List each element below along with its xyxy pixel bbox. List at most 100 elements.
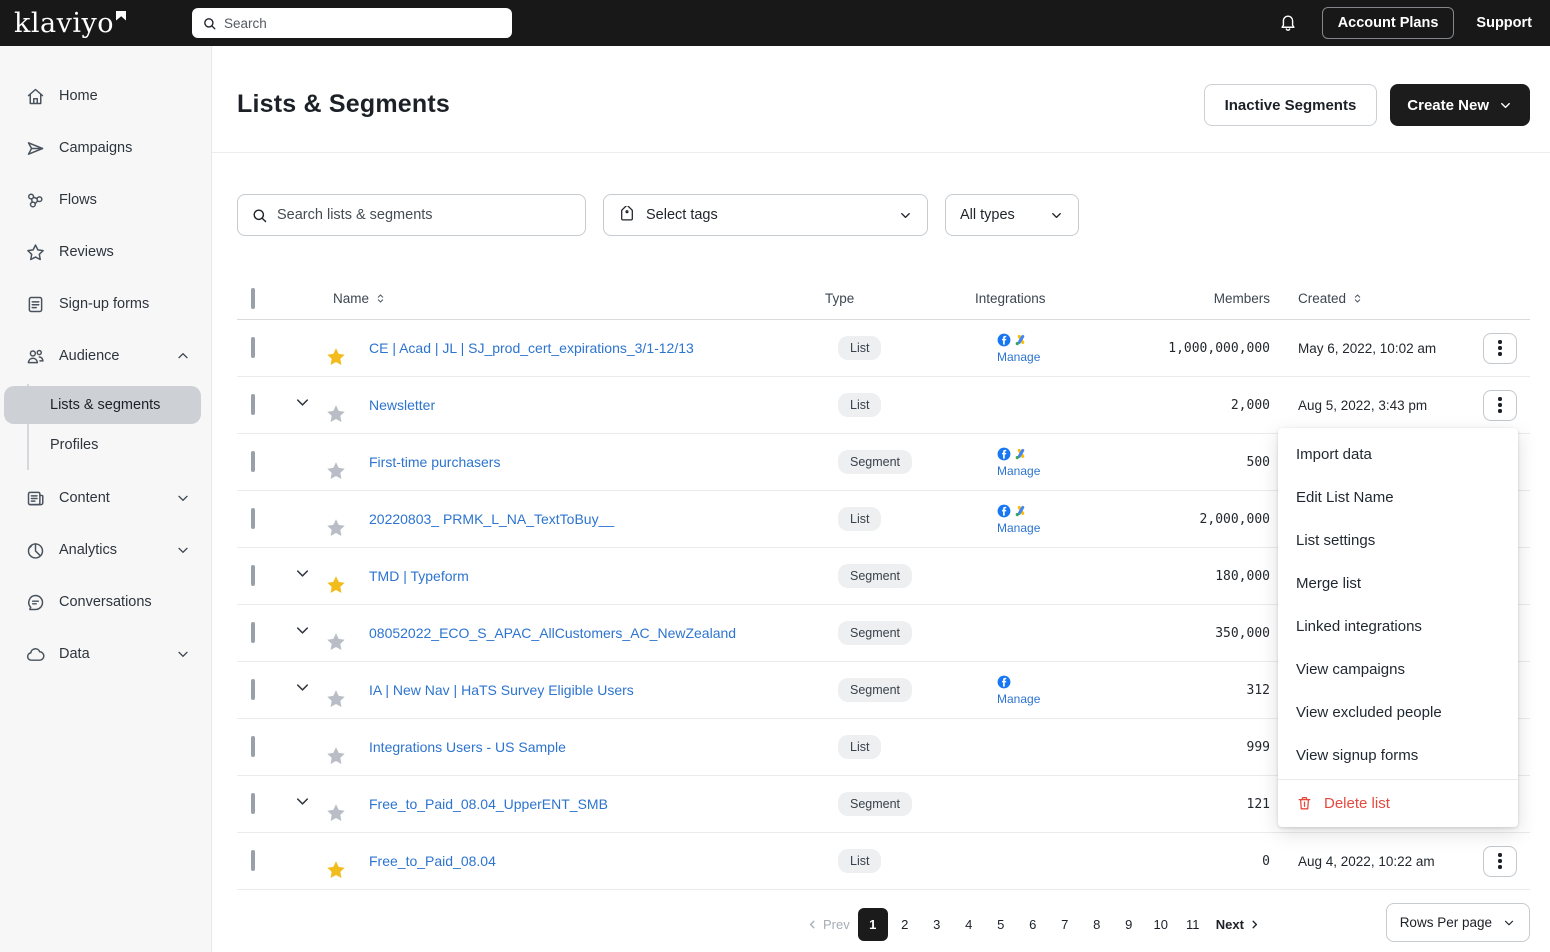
favorite-star-icon[interactable]	[325, 574, 362, 596]
manage-integrations-link[interactable]: Manage	[997, 350, 1040, 364]
manage-integrations-link[interactable]: Manage	[997, 692, 1040, 706]
context-menu-item-view-excluded-people[interactable]: View excluded people	[1278, 691, 1518, 734]
prev-page-button[interactable]: Prev	[800, 917, 856, 932]
sidebar-item-campaigns[interactable]: Campaigns	[0, 122, 211, 174]
sidebar-item-home[interactable]: Home	[0, 70, 211, 122]
row-checkbox[interactable]	[251, 565, 255, 586]
sidebar-item-content[interactable]: Content	[0, 472, 211, 524]
context-menu-item-merge-list[interactable]: Merge list	[1278, 562, 1518, 605]
page-number-2[interactable]: 2	[890, 908, 920, 941]
row-checkbox[interactable]	[251, 793, 255, 814]
sidebar-item-audience[interactable]: Audience	[0, 330, 211, 382]
row-actions-kebab-button[interactable]	[1483, 333, 1517, 364]
page-number-9[interactable]: 9	[1114, 908, 1144, 941]
expand-row-icon[interactable]	[293, 627, 312, 644]
context-menu-item-edit-list-name[interactable]: Edit List Name	[1278, 476, 1518, 519]
favorite-star-icon[interactable]	[325, 346, 362, 368]
favorite-star-icon[interactable]	[325, 631, 362, 653]
page-number-1[interactable]: 1	[858, 908, 888, 941]
page-number-3[interactable]: 3	[922, 908, 952, 941]
row-checkbox[interactable]	[251, 679, 255, 700]
page-number-11[interactable]: 11	[1178, 908, 1208, 941]
column-header-created[interactable]: Created	[1270, 291, 1470, 306]
sidebar-item-data[interactable]: Data	[0, 628, 211, 680]
row-checkbox[interactable]	[251, 394, 255, 415]
sidebar-item-reviews[interactable]: Reviews	[0, 226, 211, 278]
context-menu-item-linked-integrations[interactable]: Linked integrations	[1278, 605, 1518, 648]
expand-row-icon[interactable]	[293, 399, 312, 416]
list-name-link[interactable]: Free_to_Paid_08.04_UpperENT_SMB	[362, 796, 825, 812]
list-name-link[interactable]: Newsletter	[362, 397, 825, 413]
page-number-4[interactable]: 4	[954, 908, 984, 941]
favorite-star-icon[interactable]	[325, 859, 362, 881]
create-new-button[interactable]: Create New	[1390, 84, 1530, 126]
facebook-icon	[997, 447, 1011, 461]
row-checkbox[interactable]	[251, 508, 255, 529]
notifications-bell-icon[interactable]	[1278, 12, 1300, 34]
klaviyo-logo[interactable]: klaviyo	[14, 10, 126, 37]
next-page-button[interactable]: Next	[1210, 917, 1267, 932]
lists-search-input[interactable]	[277, 207, 572, 223]
context-menu-delete-list[interactable]: Delete list	[1278, 779, 1518, 827]
page-number-10[interactable]: 10	[1146, 908, 1176, 941]
context-menu-item-import-data[interactable]: Import data	[1278, 433, 1518, 476]
sidebar-item-analytics[interactable]: Analytics	[0, 524, 211, 576]
chevron-down-icon	[1502, 916, 1516, 930]
page-number-5[interactable]: 5	[986, 908, 1016, 941]
context-menu-item-list-settings[interactable]: List settings	[1278, 519, 1518, 562]
favorite-star-icon[interactable]	[325, 517, 362, 539]
sidebar-item-flows[interactable]: Flows	[0, 174, 211, 226]
sidebar-item-label: Flows	[59, 192, 97, 208]
favorite-star-icon[interactable]	[325, 802, 362, 824]
list-name-link[interactable]: CE | Acad | JL | SJ_prod_cert_expiration…	[362, 340, 825, 356]
row-checkbox[interactable]	[251, 850, 255, 871]
favorite-star-icon[interactable]	[325, 460, 362, 482]
favorite-star-icon[interactable]	[325, 688, 362, 710]
list-name-link[interactable]: Free_to_Paid_08.04	[362, 853, 825, 869]
list-name-link[interactable]: TMD | Typeform	[362, 568, 825, 584]
favorite-star-icon[interactable]	[325, 403, 362, 425]
favorite-star-icon[interactable]	[325, 745, 362, 767]
expand-row-icon[interactable]	[293, 798, 312, 815]
type-filter-dropdown[interactable]: All types	[945, 194, 1079, 236]
row-checkbox[interactable]	[251, 736, 255, 757]
page-number-7[interactable]: 7	[1050, 908, 1080, 941]
list-name-link[interactable]: 08052022_ECO_S_APAC_AllCustomers_AC_NewZ…	[362, 625, 825, 641]
context-menu-item-view-campaigns[interactable]: View campaigns	[1278, 648, 1518, 691]
sidebar-item-lists-segments[interactable]: Lists & segments	[4, 386, 201, 424]
sidebar-item-conversations[interactable]: Conversations	[0, 576, 211, 628]
type-badge: Segment	[838, 678, 912, 702]
sidebar-item-signup-forms[interactable]: Sign-up forms	[0, 278, 211, 330]
global-search-input[interactable]	[224, 16, 502, 31]
support-link[interactable]: Support	[1476, 15, 1532, 31]
expand-row-icon[interactable]	[293, 570, 312, 587]
column-header-name[interactable]: Name	[325, 291, 825, 306]
list-name-link[interactable]: Integrations Users - US Sample	[362, 739, 825, 755]
row-actions-kebab-button[interactable]	[1483, 846, 1517, 877]
trash-icon	[1296, 795, 1313, 812]
manage-integrations-link[interactable]: Manage	[997, 464, 1040, 478]
sidebar-item-profiles[interactable]: Profiles	[4, 426, 201, 464]
row-checkbox[interactable]	[251, 622, 255, 643]
select-tags-dropdown[interactable]: Select tags	[603, 194, 928, 236]
list-name-link[interactable]: First-time purchasers	[362, 454, 825, 470]
main-content: Lists & Segments Inactive Segments Creat…	[212, 46, 1550, 952]
inactive-segments-button[interactable]: Inactive Segments	[1204, 84, 1378, 126]
page-number-8[interactable]: 8	[1082, 908, 1112, 941]
account-plans-button[interactable]: Account Plans	[1322, 7, 1455, 39]
page-number-6[interactable]: 6	[1018, 908, 1048, 941]
row-actions-kebab-button[interactable]	[1483, 390, 1517, 421]
flows-icon	[25, 190, 46, 211]
chevron-down-icon	[175, 646, 191, 662]
context-menu-item-view-signup-forms[interactable]: View signup forms	[1278, 734, 1518, 777]
table-row: Free_to_Paid_08.04 List 0 Aug 4, 2022, 1…	[237, 833, 1530, 890]
expand-row-icon[interactable]	[293, 684, 312, 701]
row-checkbox[interactable]	[251, 451, 255, 472]
list-name-link[interactable]: 20220803_ PRMK_L_NA_TextToBuy__	[362, 511, 825, 527]
rows-per-page-dropdown[interactable]: Rows Per page	[1386, 903, 1530, 942]
members-count: 2,000,000	[1115, 512, 1270, 527]
row-checkbox[interactable]	[251, 337, 255, 358]
manage-integrations-link[interactable]: Manage	[997, 521, 1040, 535]
select-all-checkbox[interactable]	[251, 288, 255, 309]
list-name-link[interactable]: IA | New Nav | HaTS Survey Eligible User…	[362, 682, 825, 698]
